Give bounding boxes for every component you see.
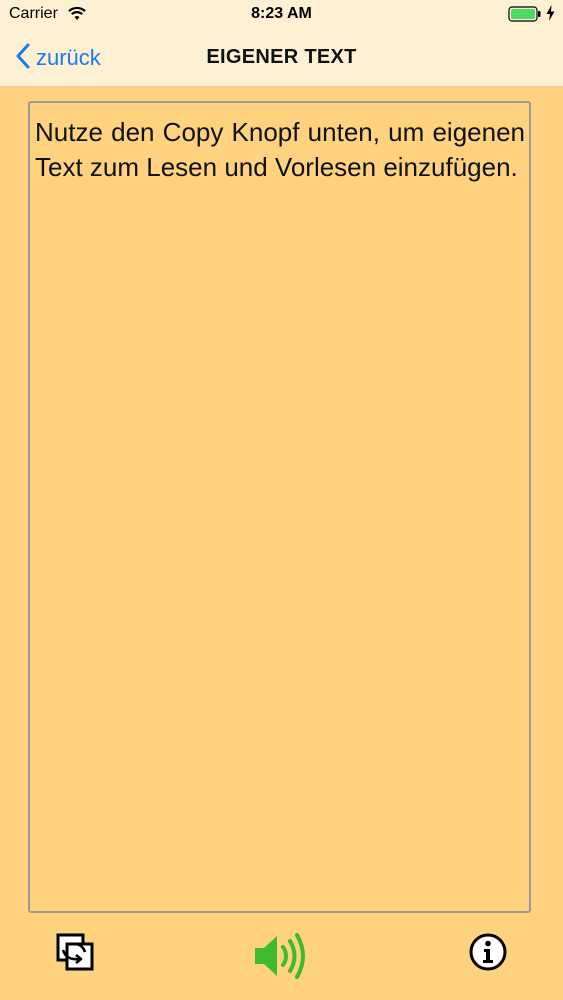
page-title: EIGENER TEXT — [206, 46, 357, 68]
clock: 8:23 AM — [251, 5, 312, 22]
copy-paste-button[interactable] — [55, 932, 95, 972]
bottom-toolbar — [0, 920, 563, 990]
battery-icon — [508, 6, 541, 22]
info-button[interactable] — [468, 932, 508, 972]
navigation-bar: zurück EIGENER TEXT — [0, 30, 563, 87]
speak-button[interactable] — [252, 928, 312, 984]
text-content: Nutze den Copy Knopf unten, um eigenen T… — [35, 117, 525, 182]
info-icon — [468, 933, 508, 976]
text-editor[interactable]: Nutze den Copy Knopf unten, um eigenen T… — [28, 101, 531, 913]
charging-bolt-icon — [546, 5, 555, 26]
copy-paste-icon — [55, 933, 95, 976]
status-bar: Carrier 8:23 AM — [0, 0, 563, 30]
speaker-icon — [252, 933, 312, 988]
